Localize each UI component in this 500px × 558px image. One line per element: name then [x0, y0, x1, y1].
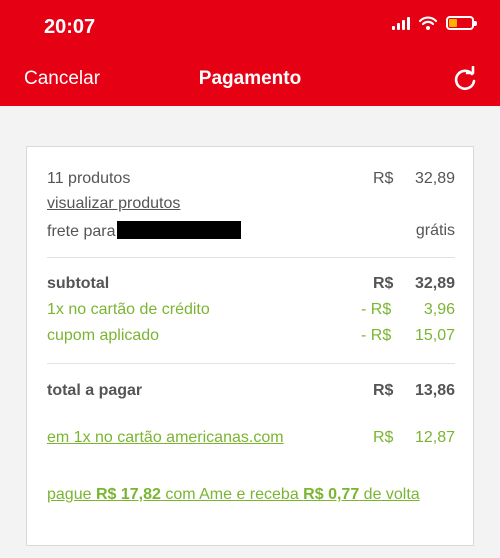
- total-currency: R$: [373, 382, 394, 399]
- view-products-link[interactable]: visualizar produtos: [47, 194, 180, 214]
- divider: [47, 363, 455, 364]
- credit-discount-label: 1x no cartão de crédito: [47, 301, 210, 318]
- ame-offer-middle: com Ame e receba: [160, 486, 304, 503]
- refresh-icon[interactable]: [452, 66, 478, 92]
- products-value: 32,89: [414, 170, 455, 187]
- header-bar: 20:07 Cancelar Pagamento: [0, 0, 500, 106]
- shipping-value: grátis: [415, 222, 455, 239]
- coupon-label: cupom aplicado: [47, 327, 160, 344]
- battery-icon: [446, 16, 477, 30]
- ame-offer-suffix: de volta: [359, 486, 420, 503]
- view-products-row: visualizar produtos: [47, 194, 455, 214]
- total-row: total a pagar R$ 13,86: [47, 381, 455, 401]
- products-currency: R$: [373, 170, 394, 187]
- redacted-address: [117, 221, 242, 239]
- coupon-value: 15,07: [414, 327, 455, 344]
- card-option-currency: R$: [373, 429, 394, 446]
- products-row: 11 produtos R$ 32,89: [47, 169, 455, 189]
- order-summary-card: 11 produtos R$ 32,89 visualizar produtos…: [26, 146, 474, 546]
- ame-offer-cashback: R$ 0,77: [303, 486, 360, 503]
- total-value: 13,86: [414, 382, 455, 399]
- total-label: total a pagar: [47, 382, 143, 399]
- cancel-button[interactable]: Cancelar: [24, 68, 100, 90]
- shipping-row: frete para grátis: [47, 221, 455, 242]
- coupon-currency: - R$: [361, 327, 392, 344]
- divider: [47, 257, 455, 258]
- subtotal-value: 32,89: [414, 275, 455, 292]
- status-time: 20:07: [44, 16, 96, 38]
- wifi-icon: [419, 16, 437, 30]
- coupon-row: cupom aplicado - R$ 15,07: [47, 326, 455, 346]
- credit-discount-currency: - R$: [361, 301, 392, 318]
- products-label: 11 produtos: [47, 170, 131, 187]
- shipping-label: frete para: [47, 223, 116, 240]
- ame-offer-amount: R$ 17,82: [95, 486, 161, 503]
- page-title: Pagamento: [198, 68, 302, 89]
- card-payment-option[interactable]: em 1x no cartão americanas.com R$ 12,87: [47, 428, 455, 448]
- status-icons: [392, 16, 477, 30]
- card-option-value: 12,87: [414, 429, 455, 446]
- card-option-label[interactable]: em 1x no cartão americanas.com: [47, 428, 284, 448]
- ame-offer-link[interactable]: pague R$ 17,82 com Ame e receba R$ 0,77 …: [47, 483, 447, 507]
- cellular-signal-icon: [392, 16, 410, 30]
- credit-discount-value: 3,96: [423, 301, 455, 318]
- subtotal-currency: R$: [373, 275, 394, 292]
- subtotal-row: subtotal R$ 32,89: [47, 274, 455, 294]
- subtotal-label: subtotal: [47, 275, 110, 292]
- credit-discount-row: 1x no cartão de crédito - R$ 3,96: [47, 300, 455, 320]
- ame-offer-prefix: pague: [47, 486, 96, 503]
